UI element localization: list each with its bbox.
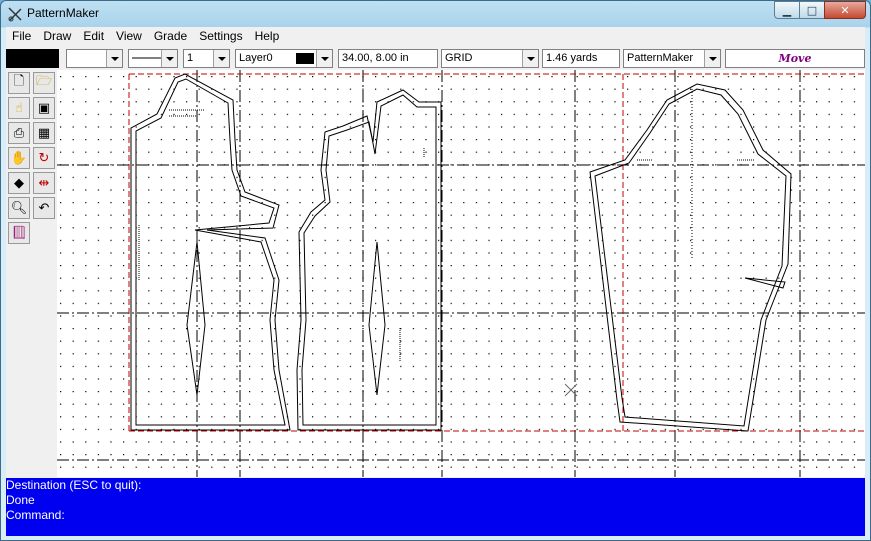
rotate-tool[interactable]: ↻: [33, 147, 55, 169]
open-folder-tool[interactable]: 🗁: [33, 72, 55, 94]
new-file-icon: 🗋: [13, 74, 25, 89]
command-area[interactable]: Destination (ESC to quit): Done Command:: [6, 478, 865, 536]
snap-mode-select[interactable]: GRID: [441, 49, 539, 68]
drawing-canvas[interactable]: [57, 70, 865, 477]
close-icon: ✕: [840, 3, 850, 17]
undo-icon: ↶: [38, 200, 50, 216]
coordinate-value: 34.00, 8.00 in: [342, 52, 409, 64]
maximize-button[interactable]: □: [799, 1, 825, 19]
style-select[interactable]: PatternMaker: [623, 49, 721, 68]
title-bar[interactable]: PatternMaker ▁ □ ✕: [1, 1, 870, 27]
hand-pointer-icon: ☝: [15, 100, 23, 116]
mode-value: Move: [778, 52, 812, 65]
undo-tool[interactable]: ↶: [33, 197, 55, 219]
menu-edit[interactable]: Edit: [77, 27, 110, 45]
save-tool[interactable]: ▣: [33, 97, 55, 119]
calculator-icon: ▦: [37, 125, 51, 141]
save-disk-icon: ▣: [37, 100, 51, 116]
calculator-tool[interactable]: ▦: [33, 122, 55, 144]
chevron-down-icon: [522, 50, 538, 67]
fabric-usage-value: 1.46 yards: [546, 52, 598, 64]
layer-select[interactable]: Layer0: [235, 49, 333, 68]
chevron-down-icon: [161, 50, 177, 67]
menu-help[interactable]: Help: [249, 27, 286, 45]
pan-hand-icon: ✋: [10, 150, 28, 166]
zoom-tool[interactable]: 🔍︎: [8, 197, 30, 219]
menu-settings[interactable]: Settings: [193, 27, 248, 45]
chevron-down-icon: [704, 50, 720, 67]
book-tool[interactable]: 📕︎: [8, 222, 30, 244]
line-width-value: 1: [187, 52, 194, 64]
pan-tool[interactable]: ✋: [8, 147, 30, 169]
chevron-down-icon: [316, 50, 332, 67]
chevron-down-icon: [106, 50, 122, 67]
new-file-tool[interactable]: 🗋: [8, 72, 30, 94]
minimize-icon: ▁: [782, 3, 792, 17]
layer-color-swatch: [296, 53, 314, 64]
style-value: PatternMaker: [627, 52, 694, 64]
app-window: PatternMaker ▁ □ ✕ File Draw Edit View G…: [0, 0, 871, 541]
mode-indicator: Move: [725, 49, 865, 68]
app-logo-icon: [8, 7, 22, 22]
eraser-tool[interactable]: ◆: [8, 172, 30, 194]
menu-grade[interactable]: Grade: [148, 27, 193, 45]
current-color-swatch[interactable]: [6, 49, 59, 68]
line-type-select[interactable]: [128, 49, 178, 68]
measure-tool[interactable]: ⇹: [33, 172, 55, 194]
line-style-icon: [132, 57, 162, 59]
layer-value: Layer0: [239, 52, 273, 64]
rotate-icon: ↻: [38, 150, 50, 166]
line-width-select[interactable]: 1: [183, 49, 230, 68]
zoom-icon: 🔍︎: [10, 200, 28, 216]
close-button[interactable]: ✕: [824, 1, 866, 19]
menu-view[interactable]: View: [110, 27, 148, 45]
chevron-down-icon: [213, 50, 229, 67]
command-prompt[interactable]: Command:: [6, 508, 865, 523]
print-tool[interactable]: ⎙: [8, 122, 30, 144]
print-icon: ⎙: [13, 125, 25, 141]
menu-file[interactable]: File: [6, 27, 37, 45]
minimize-button[interactable]: ▁: [774, 1, 800, 19]
snap-mode-value: GRID: [445, 52, 473, 64]
fill-color-select[interactable]: [66, 49, 123, 68]
client-area: 1 Layer0 34.00, 8.00 in GRID 1.46 yards …: [6, 45, 865, 536]
window-title: PatternMaker: [27, 6, 100, 20]
select-tool[interactable]: ☝: [8, 97, 30, 119]
coordinate-readout: 34.00, 8.00 in: [338, 49, 438, 68]
tool-palette: 🗋 🗁 ☝ ▣ ⎙ ▦ ✋ ↻ ◆ ⇹ 🔍︎ ↶ 📕︎: [6, 70, 57, 473]
menu-draw[interactable]: Draw: [37, 27, 77, 45]
command-line-1: Destination (ESC to quit):: [6, 478, 142, 492]
pattern-drawing: [57, 70, 865, 477]
fabric-usage-readout: 1.46 yards: [542, 49, 620, 68]
open-folder-icon: 🗁: [35, 74, 53, 89]
properties-toolbar: 1 Layer0 34.00, 8.00 in GRID 1.46 yards …: [6, 47, 865, 69]
command-line-2: Done: [6, 493, 35, 507]
eraser-icon: ◆: [14, 175, 24, 191]
measure-icon: ⇹: [38, 175, 50, 191]
dot-grid: [57, 70, 865, 477]
menu-bar: File Draw Edit View Grade Settings Help: [6, 27, 865, 45]
book-icon: 📕︎: [10, 225, 28, 241]
maximize-icon: □: [806, 3, 818, 17]
